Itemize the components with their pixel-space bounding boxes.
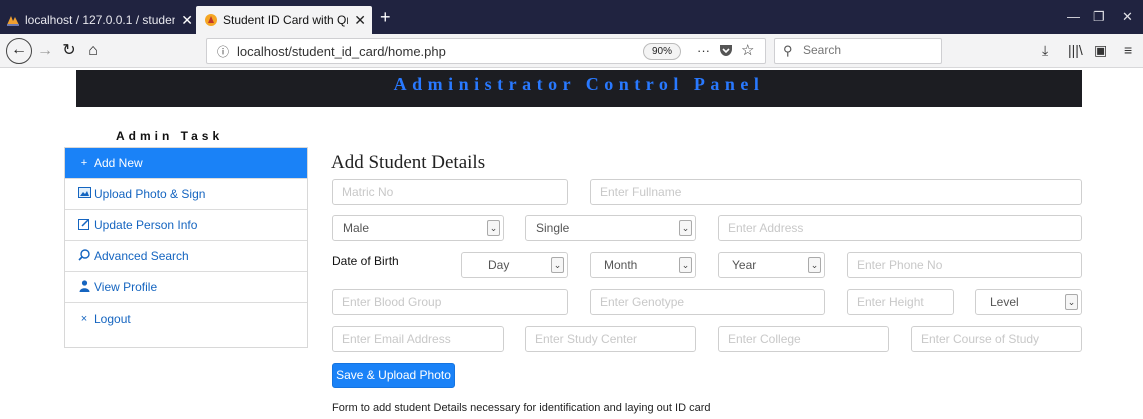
- dob-year-select[interactable]: Year ⌄: [718, 252, 825, 278]
- sidebar-item-add-new[interactable]: + Add New: [65, 148, 307, 179]
- url-bar[interactable]: ⓘ localhost/student_id_card/home.php 90%…: [206, 38, 766, 64]
- sidebar-item-upload-photo[interactable]: Upload Photo & Sign: [65, 179, 307, 210]
- library-icon[interactable]: |||\: [1068, 42, 1083, 58]
- blood-group-field[interactable]: Enter Blood Group: [332, 289, 568, 315]
- control-panel-banner: Administrator Control Panel: [76, 70, 1082, 107]
- height-field[interactable]: Enter Height: [847, 289, 954, 315]
- chevron-down-icon: ⌄: [551, 257, 564, 273]
- sidebar-item-view-profile[interactable]: View Profile: [65, 272, 307, 303]
- genotype-field[interactable]: Enter Genotype: [590, 289, 825, 315]
- reload-icon[interactable]: ↻: [60, 39, 78, 63]
- sidebar-item-advanced-search[interactable]: Advanced Search: [65, 241, 307, 272]
- form-footnote: Form to add student Details necessary fo…: [332, 402, 711, 414]
- sidebar-toggle-icon[interactable]: ▣: [1094, 42, 1107, 59]
- url-text: localhost/student_id_card/home.php: [237, 44, 446, 59]
- window-close-icon[interactable]: ✕: [1122, 6, 1133, 28]
- sidebar-item-label: Upload Photo & Sign: [94, 187, 206, 201]
- minimize-icon[interactable]: —: [1067, 6, 1080, 28]
- browser-tab-bar: localhost / 127.0.0.1 / student_i ✕ Stud…: [0, 0, 1143, 34]
- tab-student-id-card[interactable]: Student ID Card with Qrcode ✕: [196, 6, 372, 34]
- save-upload-photo-button[interactable]: Save & Upload Photo: [332, 363, 455, 388]
- banner-title: Administrator Control Panel: [393, 74, 765, 94]
- back-arrow-icon[interactable]: ←: [6, 38, 32, 64]
- year-select-value: Year: [732, 258, 757, 272]
- chevron-down-icon: ⌄: [487, 220, 500, 236]
- tab-title: localhost / 127.0.0.1 / student_i: [25, 13, 176, 27]
- bookmark-star-icon[interactable]: ☆: [741, 41, 754, 59]
- plus-icon: +: [80, 157, 88, 169]
- chevron-down-icon: ⌄: [808, 257, 821, 273]
- menu-icon[interactable]: ≡: [1124, 42, 1132, 58]
- phpmyadmin-icon: [6, 13, 20, 27]
- pocket-icon[interactable]: [719, 43, 733, 60]
- address-field[interactable]: Enter Address: [718, 215, 1082, 241]
- gender-select-value: Male: [343, 221, 370, 235]
- tab-close-icon[interactable]: ✕: [354, 12, 366, 29]
- fullname-field[interactable]: Enter Fullname: [590, 179, 1082, 205]
- level-select[interactable]: Level ⌄: [975, 289, 1082, 315]
- search-input[interactable]: [803, 43, 933, 57]
- new-tab-plus-icon[interactable]: +: [380, 6, 391, 30]
- download-icon[interactable]: ⤓: [1042, 42, 1048, 59]
- gender-select[interactable]: Male ⌄: [332, 215, 504, 241]
- info-icon[interactable]: ⓘ: [217, 43, 229, 60]
- phone-field[interactable]: Enter Phone No: [847, 252, 1082, 278]
- search-bar[interactable]: ⚲: [774, 38, 942, 64]
- close-icon: ×: [80, 312, 88, 325]
- search-icon: ⚲: [783, 43, 793, 58]
- sidebar-item-label: Update Person Info: [94, 218, 198, 232]
- chevron-down-icon: ⌄: [679, 220, 692, 236]
- sidebar-item-update-info[interactable]: Update Person Info: [65, 210, 307, 241]
- email-field[interactable]: Enter Email Address: [332, 326, 504, 352]
- level-select-value: Level: [990, 295, 1019, 309]
- dob-day-select[interactable]: Day ⌄: [461, 252, 568, 278]
- form-title: Add Student Details: [331, 152, 486, 173]
- matric-no-field[interactable]: Matric No: [332, 179, 568, 205]
- tab-title: Student ID Card with Qrcode: [223, 13, 348, 27]
- zoom-level-badge[interactable]: 90%: [643, 43, 681, 60]
- course-of-study-field[interactable]: Enter Course of Study: [911, 326, 1082, 352]
- chevron-down-icon: ⌄: [679, 257, 692, 273]
- tab-close-icon[interactable]: ✕: [181, 12, 193, 29]
- home-icon[interactable]: ⌂: [83, 39, 103, 63]
- app-logo-icon: [204, 13, 218, 27]
- day-select-value: Day: [488, 258, 510, 272]
- study-center-field[interactable]: Enter Study Center: [525, 326, 696, 352]
- admin-sidebar: + Add New Upload Photo & Sign Update Per…: [64, 147, 308, 348]
- college-field[interactable]: Enter College: [718, 326, 889, 352]
- sidebar-item-label: Add New: [94, 156, 143, 170]
- sidebar-item-label: Logout: [94, 311, 131, 326]
- sidebar-heading: Admin Task: [116, 129, 224, 143]
- image-icon: [77, 187, 91, 201]
- restore-icon[interactable]: ❐: [1093, 6, 1105, 28]
- chevron-down-icon: ⌄: [1065, 294, 1078, 310]
- dob-label: Date of Birth: [332, 254, 399, 268]
- search-icon: [77, 248, 91, 264]
- page-actions-icon[interactable]: ···: [697, 43, 710, 58]
- sidebar-item-label: Advanced Search: [94, 249, 189, 263]
- marital-select-value: Single: [536, 221, 570, 235]
- dob-month-select[interactable]: Month ⌄: [590, 252, 696, 278]
- edit-icon: [77, 218, 91, 233]
- sidebar-item-logout[interactable]: × Logout: [65, 303, 307, 334]
- forward-arrow-icon[interactable]: →: [36, 39, 54, 63]
- browser-nav-bar: ← → ↻ ⌂ ⓘ localhost/student_id_card/home…: [0, 34, 1143, 68]
- month-select-value: Month: [604, 258, 638, 272]
- person-icon: [77, 279, 91, 295]
- marital-status-select[interactable]: Single ⌄: [525, 215, 696, 241]
- tab-phpmyadmin[interactable]: localhost / 127.0.0.1 / student_i ✕: [4, 6, 193, 34]
- sidebar-item-label: View Profile: [94, 280, 158, 294]
